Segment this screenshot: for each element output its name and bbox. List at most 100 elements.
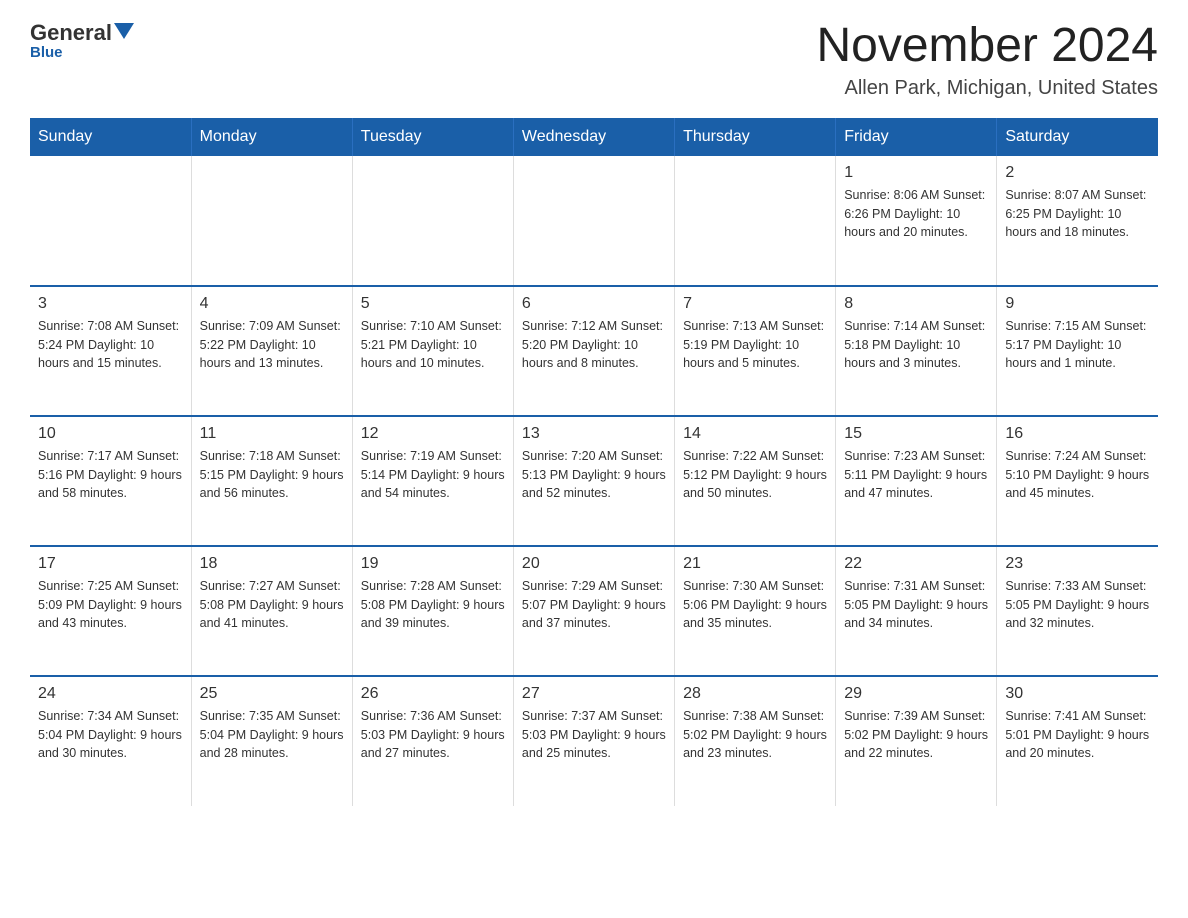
calendar-cell-w4d3: 19Sunrise: 7:28 AM Sunset: 5:08 PM Dayli… xyxy=(352,546,513,676)
day-number: 9 xyxy=(1005,295,1150,313)
calendar-week-3: 10 Sunrise: 7:17 AM Sunset: 5:16 PM Dayli… xyxy=(30,416,1158,546)
day-number: 30 xyxy=(1005,685,1150,703)
day-info: Sunrise: 7:37 AM Sunset: 5:03 PM Dayligh… xyxy=(522,707,666,763)
day-info: Sunrise: 7:09 AM Sunset: 5:22 PM Dayligh… xyxy=(200,317,344,373)
calendar-cell-w5d4: 27 Sunrise: 7:37 AM Sunset: 5:03 PM Dayli… xyxy=(513,676,674,806)
day-info: Sunrise: 8:06 AM Sunset: 6:26 PM Dayligh… xyxy=(844,186,988,242)
header-tuesday: Tuesday xyxy=(352,118,513,156)
day-info: Sunrise: 7:24 AM Sunset: 5:10 PM Dayligh… xyxy=(1005,447,1150,503)
calendar-cell-w3d2: 11 Sunrise: 7:18 AM Sunset: 5:15 PM Dayli… xyxy=(191,416,352,546)
day-number: 24 xyxy=(38,685,183,703)
day-info: Sunrise: 7:25 AM Sunset: 5:09 PM Dayligh… xyxy=(38,577,183,633)
calendar-cell-w3d1: 10 Sunrise: 7:17 AM Sunset: 5:16 PM Dayli… xyxy=(30,416,191,546)
calendar-cell-w1d3 xyxy=(352,156,513,286)
logo-triangle-icon xyxy=(114,23,134,39)
calendar-cell-w1d1 xyxy=(30,156,191,286)
calendar-cell-w4d5: 21 Sunrise: 7:30 AM Sunset: 5:06 PM Dayli… xyxy=(675,546,836,676)
calendar-cell-w5d6: 29 Sunrise: 7:39 AM Sunset: 5:02 PM Dayli… xyxy=(836,676,997,806)
logo-general-text: General xyxy=(30,20,112,46)
calendar-cell-w4d7: 23 Sunrise: 7:33 AM Sunset: 5:05 PM Dayli… xyxy=(997,546,1158,676)
day-number: 6 xyxy=(522,295,666,313)
day-info: Sunrise: 7:20 AM Sunset: 5:13 PM Dayligh… xyxy=(522,447,666,503)
calendar-cell-w1d2 xyxy=(191,156,352,286)
day-number: 15 xyxy=(844,425,988,443)
calendar-cell-w5d7: 30 Sunrise: 7:41 AM Sunset: 5:01 PM Dayli… xyxy=(997,676,1158,806)
calendar-cell-w3d4: 13Sunrise: 7:20 AM Sunset: 5:13 PM Dayli… xyxy=(513,416,674,546)
calendar-cell-w2d7: 9 Sunrise: 7:15 AM Sunset: 5:17 PM Daylig… xyxy=(997,286,1158,416)
calendar-cell-w4d2: 18Sunrise: 7:27 AM Sunset: 5:08 PM Dayli… xyxy=(191,546,352,676)
calendar-cell-w2d3: 5Sunrise: 7:10 AM Sunset: 5:21 PM Daylig… xyxy=(352,286,513,416)
day-number: 5 xyxy=(361,295,505,313)
calendar-week-1: 1 Sunrise: 8:06 AM Sunset: 6:26 PM Daylig… xyxy=(30,156,1158,286)
calendar-week-4: 17Sunrise: 7:25 AM Sunset: 5:09 PM Dayli… xyxy=(30,546,1158,676)
calendar-cell-w4d4: 20Sunrise: 7:29 AM Sunset: 5:07 PM Dayli… xyxy=(513,546,674,676)
day-info: Sunrise: 7:13 AM Sunset: 5:19 PM Dayligh… xyxy=(683,317,827,373)
calendar-cell-w3d7: 16 Sunrise: 7:24 AM Sunset: 5:10 PM Dayli… xyxy=(997,416,1158,546)
header-sunday: Sunday xyxy=(30,118,191,156)
day-number: 27 xyxy=(522,685,666,703)
day-number: 29 xyxy=(844,685,988,703)
day-number: 10 xyxy=(38,425,183,443)
page-header: General Blue November 2024 Allen Park, M… xyxy=(30,20,1158,100)
day-number: 8 xyxy=(844,295,988,313)
day-info: Sunrise: 7:41 AM Sunset: 5:01 PM Dayligh… xyxy=(1005,707,1150,763)
logo: General Blue xyxy=(30,20,134,61)
day-number: 22 xyxy=(844,555,988,573)
day-number: 26 xyxy=(361,685,505,703)
day-number: 12 xyxy=(361,425,505,443)
calendar-cell-w3d3: 12 Sunrise: 7:19 AM Sunset: 5:14 PM Dayli… xyxy=(352,416,513,546)
calendar-cell-w2d6: 8 Sunrise: 7:14 AM Sunset: 5:18 PM Daylig… xyxy=(836,286,997,416)
calendar-week-5: 24 Sunrise: 7:34 AM Sunset: 5:04 PM Dayli… xyxy=(30,676,1158,806)
header-wednesday: Wednesday xyxy=(513,118,674,156)
calendar-cell-w5d5: 28 Sunrise: 7:38 AM Sunset: 5:02 PM Dayli… xyxy=(675,676,836,806)
calendar-cell-w3d5: 14Sunrise: 7:22 AM Sunset: 5:12 PM Dayli… xyxy=(675,416,836,546)
day-info: Sunrise: 7:35 AM Sunset: 5:04 PM Dayligh… xyxy=(200,707,344,763)
day-info: Sunrise: 7:30 AM Sunset: 5:06 PM Dayligh… xyxy=(683,577,827,633)
day-number: 1 xyxy=(844,164,988,182)
calendar-cell-w5d3: 26 Sunrise: 7:36 AM Sunset: 5:03 PM Dayli… xyxy=(352,676,513,806)
day-info: Sunrise: 7:08 AM Sunset: 5:24 PM Dayligh… xyxy=(38,317,183,373)
day-number: 3 xyxy=(38,295,183,313)
day-number: 23 xyxy=(1005,555,1150,573)
calendar-cell-w3d6: 15Sunrise: 7:23 AM Sunset: 5:11 PM Dayli… xyxy=(836,416,997,546)
day-number: 16 xyxy=(1005,425,1150,443)
day-info: Sunrise: 7:28 AM Sunset: 5:08 PM Dayligh… xyxy=(361,577,505,633)
day-info: Sunrise: 7:17 AM Sunset: 5:16 PM Dayligh… xyxy=(38,447,183,503)
day-info: Sunrise: 7:22 AM Sunset: 5:12 PM Dayligh… xyxy=(683,447,827,503)
calendar-cell-w1d6: 1 Sunrise: 8:06 AM Sunset: 6:26 PM Daylig… xyxy=(836,156,997,286)
day-number: 21 xyxy=(683,555,827,573)
calendar-cell-w5d2: 25 Sunrise: 7:35 AM Sunset: 5:04 PM Dayli… xyxy=(191,676,352,806)
calendar-cell-w4d1: 17Sunrise: 7:25 AM Sunset: 5:09 PM Dayli… xyxy=(30,546,191,676)
day-info: Sunrise: 7:27 AM Sunset: 5:08 PM Dayligh… xyxy=(200,577,344,633)
day-number: 25 xyxy=(200,685,344,703)
calendar-title: November 2024 xyxy=(816,20,1158,73)
day-info: Sunrise: 7:34 AM Sunset: 5:04 PM Dayligh… xyxy=(38,707,183,763)
header-thursday: Thursday xyxy=(675,118,836,156)
calendar-week-2: 3 Sunrise: 7:08 AM Sunset: 5:24 PM Daylig… xyxy=(30,286,1158,416)
calendar-cell-w1d4 xyxy=(513,156,674,286)
day-info: Sunrise: 7:15 AM Sunset: 5:17 PM Dayligh… xyxy=(1005,317,1150,373)
day-info: Sunrise: 7:19 AM Sunset: 5:14 PM Dayligh… xyxy=(361,447,505,503)
header-saturday: Saturday xyxy=(997,118,1158,156)
day-info: Sunrise: 7:38 AM Sunset: 5:02 PM Dayligh… xyxy=(683,707,827,763)
day-info: Sunrise: 7:31 AM Sunset: 5:05 PM Dayligh… xyxy=(844,577,988,633)
day-info: Sunrise: 7:39 AM Sunset: 5:02 PM Dayligh… xyxy=(844,707,988,763)
day-number: 4 xyxy=(200,295,344,313)
day-info: Sunrise: 7:33 AM Sunset: 5:05 PM Dayligh… xyxy=(1005,577,1150,633)
day-info: Sunrise: 7:36 AM Sunset: 5:03 PM Dayligh… xyxy=(361,707,505,763)
title-area: November 2024 Allen Park, Michigan, Unit… xyxy=(816,20,1158,100)
day-info: Sunrise: 7:18 AM Sunset: 5:15 PM Dayligh… xyxy=(200,447,344,503)
day-info: Sunrise: 7:29 AM Sunset: 5:07 PM Dayligh… xyxy=(522,577,666,633)
day-number: 28 xyxy=(683,685,827,703)
day-info: Sunrise: 8:07 AM Sunset: 6:25 PM Dayligh… xyxy=(1005,186,1150,242)
calendar-cell-w1d5 xyxy=(675,156,836,286)
day-info: Sunrise: 7:12 AM Sunset: 5:20 PM Dayligh… xyxy=(522,317,666,373)
calendar-cell-w2d1: 3 Sunrise: 7:08 AM Sunset: 5:24 PM Daylig… xyxy=(30,286,191,416)
day-number: 11 xyxy=(200,425,344,443)
calendar-table: SundayMondayTuesdayWednesdayThursdayFrid… xyxy=(30,118,1158,806)
calendar-cell-w5d1: 24 Sunrise: 7:34 AM Sunset: 5:04 PM Dayli… xyxy=(30,676,191,806)
calendar-header-row: SundayMondayTuesdayWednesdayThursdayFrid… xyxy=(30,118,1158,156)
day-info: Sunrise: 7:14 AM Sunset: 5:18 PM Dayligh… xyxy=(844,317,988,373)
day-number: 2 xyxy=(1005,164,1150,182)
header-monday: Monday xyxy=(191,118,352,156)
